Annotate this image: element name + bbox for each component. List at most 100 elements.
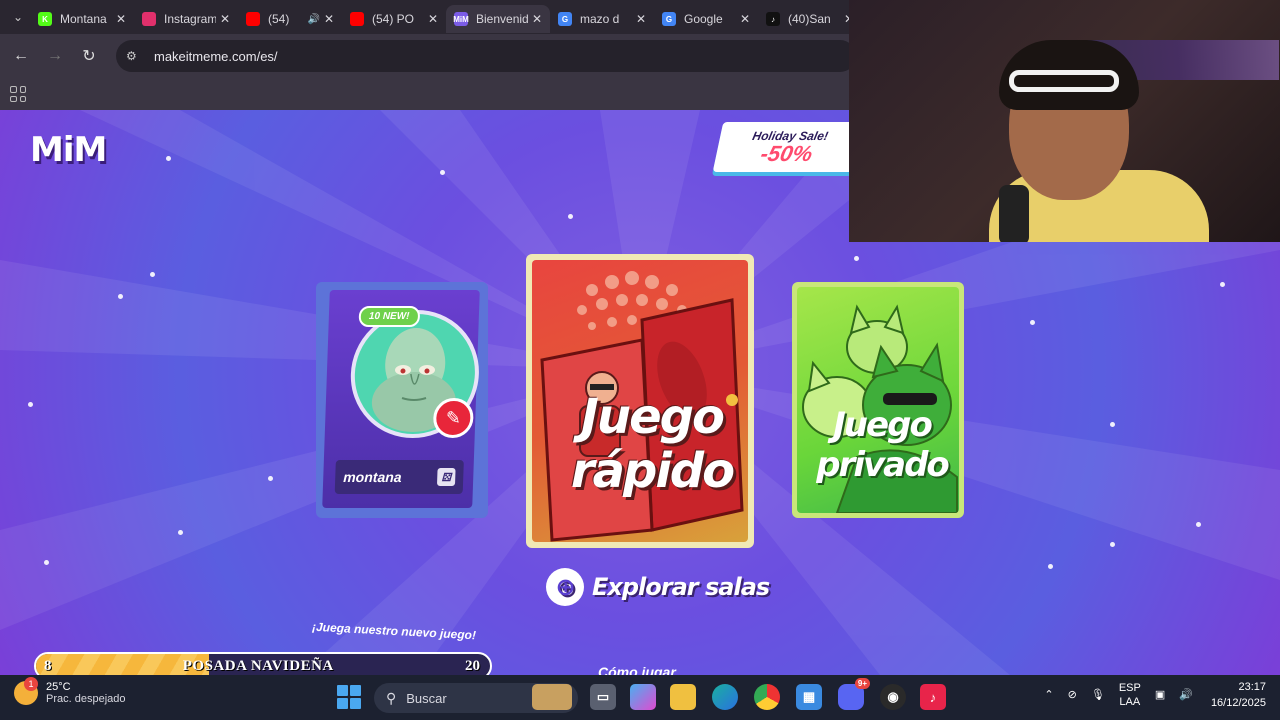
tiktok-icon[interactable]: ♪ xyxy=(920,684,946,710)
tab-favicon-icon xyxy=(246,12,260,26)
tab-search-chevron-icon[interactable]: ⌄ xyxy=(6,5,30,29)
private-play-line1: Juego xyxy=(833,405,933,445)
snowflake xyxy=(568,214,573,219)
explore-rooms-button[interactable]: ⊕ Explorar salas xyxy=(546,568,770,606)
file-explorer-icon[interactable] xyxy=(670,684,696,710)
input-language[interactable]: ESP LAA xyxy=(1119,681,1141,709)
tab-audio-icon[interactable]: 🔊 xyxy=(307,14,319,25)
white-sunglasses-icon xyxy=(1009,70,1119,92)
edge-icon[interactable] xyxy=(712,684,738,710)
weather-desc: Prac. despejado xyxy=(46,693,126,705)
new-items-badge: 10 NEW! xyxy=(358,306,420,327)
holiday-sale-banner[interactable]: Holiday Sale! -50% xyxy=(712,122,864,172)
browser-tab[interactable]: K Montana ✕ xyxy=(30,5,134,33)
microphone-tray-icon[interactable]: 🎙 xyxy=(1091,688,1105,702)
quick-play-line2: rápido xyxy=(570,443,735,499)
close-tab-icon[interactable]: ✕ xyxy=(428,12,438,26)
lang-layout: LAA xyxy=(1119,696,1141,708)
tab-title: (54) PO xyxy=(372,12,415,26)
hidden-camera-icon[interactable]: ⊘ xyxy=(1068,688,1077,702)
snowflake xyxy=(1110,542,1115,547)
apps-grid-icon[interactable] xyxy=(10,86,26,102)
discord-icon[interactable]: 9+ xyxy=(838,678,870,710)
reload-icon[interactable]: ↻ xyxy=(72,39,106,73)
tab-favicon-icon xyxy=(350,12,364,26)
snowflake xyxy=(1048,564,1053,569)
username-label: montana xyxy=(342,469,402,485)
close-tab-icon[interactable]: ✕ xyxy=(740,12,750,26)
weather-notification-badge: 1 xyxy=(24,677,38,691)
chrome-icon[interactable] xyxy=(754,684,780,710)
snowflake xyxy=(166,156,171,161)
taskbar-search-placeholder: Buscar xyxy=(406,690,447,706)
how-to-play-link[interactable]: Cómo jugar xyxy=(598,664,676,675)
browser-tab[interactable]: Instagram ✕ xyxy=(134,5,238,33)
windows-start-icon[interactable] xyxy=(337,685,361,709)
weather-sun-icon: 1 xyxy=(14,677,38,705)
snowflake xyxy=(118,294,123,299)
event-level: 8 xyxy=(44,657,52,674)
browser-tab[interactable]: (54) 🔊 ✕ xyxy=(238,5,342,33)
forward-arrow-icon[interactable]: → xyxy=(38,39,72,73)
browser-tab[interactable]: MiM Bienvenid ✕ xyxy=(446,5,550,33)
volume-icon[interactable]: 🔊 xyxy=(1179,688,1193,702)
copilot-icon[interactable] xyxy=(630,684,656,710)
close-tab-icon[interactable]: ✕ xyxy=(532,12,542,26)
profile-card[interactable]: 10 NEW! ✎ montana ⚄ xyxy=(316,282,488,518)
close-tab-icon[interactable]: ✕ xyxy=(220,12,230,26)
discord-badge: 9+ xyxy=(854,678,870,689)
search-icon: ⚲ xyxy=(386,689,397,706)
private-play-button[interactable]: Juego privado xyxy=(792,282,964,518)
snowflake xyxy=(150,272,155,277)
tab-favicon-icon: G xyxy=(558,12,572,26)
profile-panel: 10 NEW! ✎ montana ⚄ xyxy=(322,290,482,508)
clock-date: 16/12/2025 xyxy=(1210,697,1266,709)
quick-play-line1: Juego xyxy=(581,389,725,445)
snowflake xyxy=(1030,320,1035,325)
tab-title: Google xyxy=(684,12,723,26)
snowflake xyxy=(1110,422,1115,427)
microsoft-store-icon[interactable]: ▦ xyxy=(796,684,822,710)
clock[interactable]: 23:17 16/12/2025 xyxy=(1211,679,1266,711)
tab-favicon-icon xyxy=(142,12,156,26)
mim-logo[interactable]: MiM xyxy=(30,130,107,170)
url-text: makeitmeme.com/es/ xyxy=(154,48,278,64)
quick-play-button[interactable]: Juego rápido xyxy=(526,254,754,548)
quick-play-art: Juego rápido xyxy=(532,260,748,542)
dice-icon[interactable]: ⚄ xyxy=(436,468,456,486)
browser-tab[interactable]: Gmazo d ✕ xyxy=(550,5,654,33)
event-label: POSADA NAVIDEÑA xyxy=(182,657,334,674)
site-settings-icon[interactable]: ⚙ xyxy=(126,49,144,63)
tab-title: Bienvenid xyxy=(476,12,528,26)
tab-title: mazo d xyxy=(580,12,620,26)
explore-rooms-label: Explorar salas xyxy=(592,573,770,601)
globe-icon: ⊕ xyxy=(546,568,584,606)
snowflake xyxy=(44,560,49,565)
event-max: 20 xyxy=(465,657,480,674)
snowflake xyxy=(854,256,859,261)
lang-primary: ESP xyxy=(1118,682,1141,694)
edit-pencil-icon[interactable]: ✎ xyxy=(432,398,475,438)
widget-thumbnail-icon[interactable] xyxy=(532,684,572,710)
tab-favicon-icon: K xyxy=(38,12,52,26)
obs-icon[interactable]: ◉ xyxy=(880,684,906,710)
snowflake xyxy=(268,476,273,481)
address-bar[interactable]: ⚙ makeitmeme.com/es/ xyxy=(116,40,856,72)
username-field[interactable]: montana ⚄ xyxy=(334,460,464,494)
tab-favicon-icon: ♪ xyxy=(766,12,780,26)
back-arrow-icon[interactable]: ← xyxy=(4,39,38,73)
close-tab-icon[interactable]: ✕ xyxy=(636,12,646,26)
network-icon[interactable]: ▣ xyxy=(1155,688,1165,702)
weather-widget[interactable]: 1 25°C Prac. despejado xyxy=(14,677,126,705)
snowflake xyxy=(178,530,183,535)
sale-discount: -50% xyxy=(758,141,815,166)
browser-tab[interactable]: ♪(40)San✕ xyxy=(758,5,862,33)
browser-tab[interactable]: (54) PO ✕ xyxy=(342,5,446,33)
task-view-icon[interactable]: ▭ xyxy=(590,684,616,710)
close-tab-icon[interactable]: ✕ xyxy=(116,12,126,26)
snowflake xyxy=(440,170,445,175)
browser-tab[interactable]: G Google ✕ xyxy=(654,5,758,33)
chevron-up-icon[interactable]: ⌃ xyxy=(1044,688,1053,702)
close-tab-icon[interactable]: ✕ xyxy=(324,12,334,26)
tab-favicon-icon: G xyxy=(662,12,676,26)
